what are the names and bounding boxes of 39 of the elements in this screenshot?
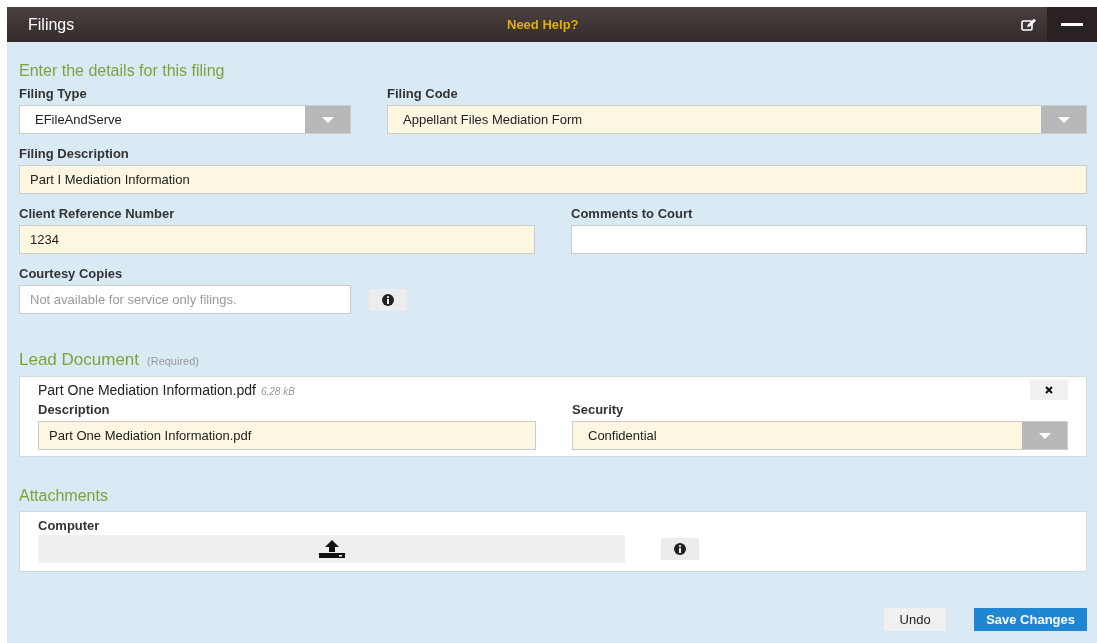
dropdown-arrow-icon [1038, 432, 1051, 439]
remove-button[interactable] [1030, 380, 1068, 400]
field-label: Computer [38, 518, 101, 533]
minus-icon [1061, 22, 1083, 27]
undo-button[interactable]: Undo [884, 608, 947, 631]
comments-field[interactable] [571, 225, 1087, 254]
field-label: Filing Code [387, 86, 459, 101]
field-label: Description [38, 402, 111, 417]
file-size: 6.28 kB [260, 386, 295, 397]
info-button[interactable] [661, 538, 699, 560]
filing-type-select[interactable]: EFileAndServe [19, 105, 351, 134]
field-label: Courtesy Copies [19, 266, 124, 281]
dropdown-arrow-icon [1057, 116, 1070, 123]
field-label: Client Reference Number [19, 206, 176, 221]
description-field[interactable]: Part One Mediation Information.pdf [38, 421, 536, 450]
security-select[interactable]: Confidential [572, 421, 1068, 450]
need-help-link[interactable]: Need Help? [507, 17, 579, 32]
client-reference-field[interactable]: 1234 [19, 225, 535, 254]
courtesy-copies-field[interactable]: Not available for service only filings. [19, 285, 351, 314]
field-label: Comments to Court [571, 206, 694, 221]
field-label: Filing Description [19, 146, 130, 161]
upload-icon [318, 540, 345, 558]
window-title: Filings [28, 15, 75, 34]
close-icon [1045, 386, 1053, 394]
section-heading: Attachments [19, 487, 109, 505]
file-name: Part One Mediation Information.pdf [38, 382, 256, 398]
section-heading: Enter the details for this filing [19, 62, 226, 80]
info-icon [382, 293, 394, 306]
info-button[interactable] [369, 288, 407, 311]
info-icon [674, 543, 686, 555]
dropdown-arrow-icon [321, 116, 334, 123]
field-label: Filing Type [19, 86, 88, 101]
filing-code-select[interactable]: Appellant Files Mediation Form [387, 105, 1087, 134]
required-note: (Required) [147, 355, 199, 367]
section-heading: Lead Document [19, 350, 140, 370]
filing-description-field[interactable]: Part I Mediation Information [19, 165, 1087, 194]
field-label: Security [572, 402, 625, 417]
save-changes-button[interactable]: Save Changes [974, 608, 1087, 631]
minimize-button[interactable] [1047, 7, 1097, 42]
